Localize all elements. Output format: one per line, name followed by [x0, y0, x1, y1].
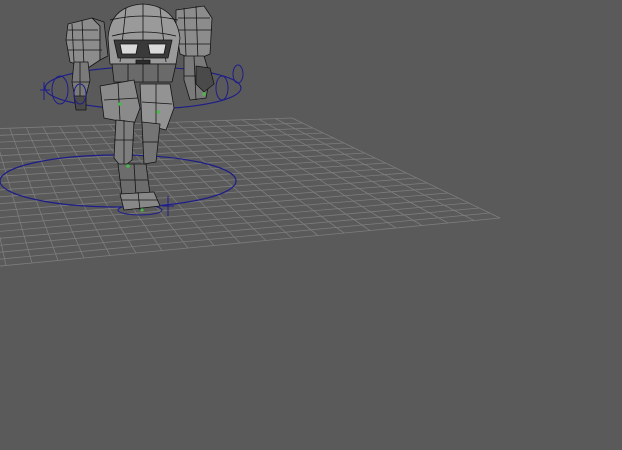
right-shoulder-mesh — [175, 5, 213, 61]
viewport-canvas[interactable] — [0, 0, 622, 450]
joint-hip-right[interactable] — [156, 110, 160, 114]
3d-viewport[interactable] — [0, 0, 622, 450]
head-mesh — [107, 3, 181, 69]
joint-ankle[interactable] — [140, 208, 144, 212]
joint-wrist-right[interactable] — [202, 92, 206, 96]
joint-knee[interactable] — [126, 164, 130, 168]
torso-mesh — [111, 63, 177, 83]
joint-hip-left[interactable] — [118, 102, 122, 106]
viewport-background — [0, 0, 622, 450]
